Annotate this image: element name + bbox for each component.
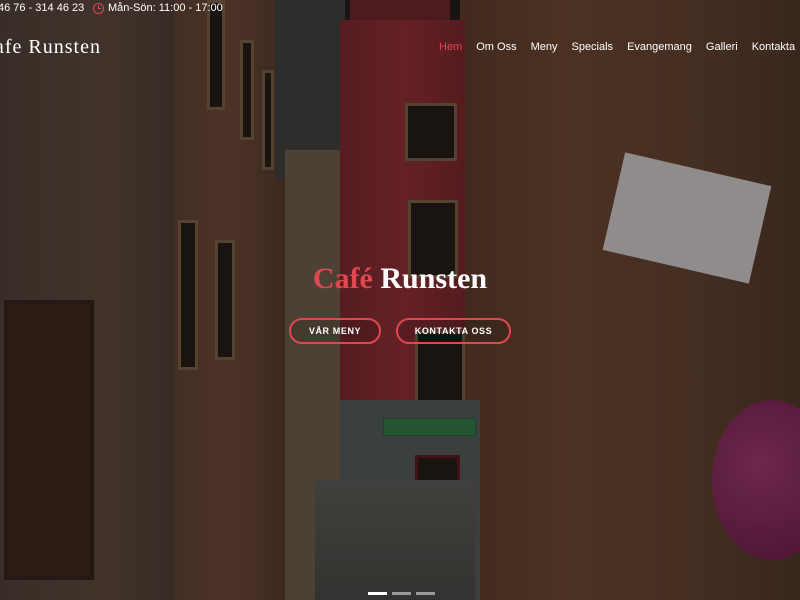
contact-button[interactable]: KONTAKTA OSS — [396, 318, 511, 344]
nav-item-om-oss[interactable]: Om Oss — [476, 41, 516, 53]
hero-title: Café Runsten — [0, 262, 800, 296]
slide-dot[interactable] — [368, 592, 387, 595]
hero-background-image — [0, 0, 800, 600]
nav-item-specials[interactable]: Specials — [571, 41, 613, 53]
slide-indicators — [368, 592, 435, 595]
clock-icon — [93, 2, 104, 14]
main-nav: Hem Om Oss Meny Specials Evangemang Gall… — [439, 41, 795, 53]
hero-title-rest: Runsten — [380, 262, 488, 295]
nav-item-evangemang[interactable]: Evangemang — [627, 41, 692, 53]
menu-button[interactable]: VÅR MENY — [289, 318, 381, 344]
opening-hours-text: Mån-Sön: 11:00 - 17:00 — [108, 2, 223, 14]
phone-number[interactable]: 46 76 - 314 46 23 — [0, 2, 84, 14]
nav-item-hem[interactable]: Hem — [439, 41, 462, 53]
hero-title-accent: Café — [312, 262, 373, 295]
nav-item-meny[interactable]: Meny — [531, 41, 558, 53]
slide-dot[interactable] — [416, 592, 435, 595]
slide-dot[interactable] — [392, 592, 411, 595]
site-logo[interactable]: afe Runsten — [0, 36, 101, 59]
opening-hours: Mån-Sön: 11:00 - 17:00 — [93, 2, 223, 14]
top-info-bar: 46 76 - 314 46 23 Mån-Sön: 11:00 - 17:00 — [0, 0, 800, 18]
nav-item-galleri[interactable]: Galleri — [706, 41, 738, 53]
nav-item-kontakta[interactable]: Kontakta — [752, 41, 795, 53]
